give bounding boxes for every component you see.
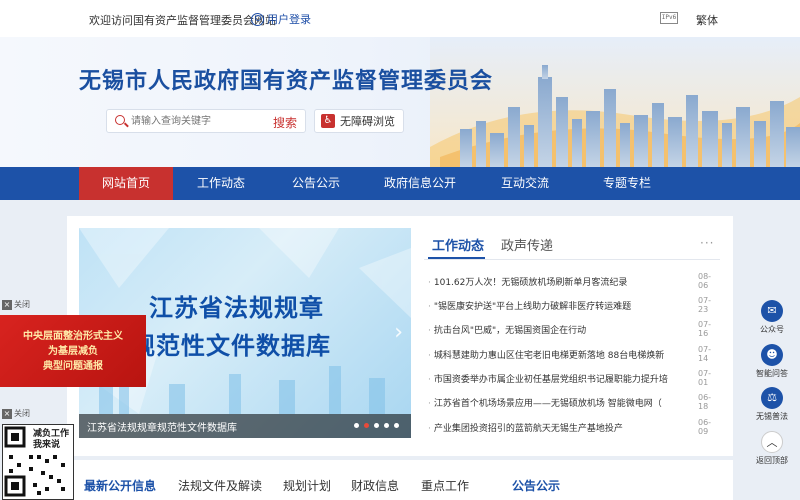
list-item: 市国资委举办市属企业初任基层党组织书记履职能力提升培 07-01 [428,369,718,390]
accessible-browse-button[interactable]: ♿ 无障碍浏览 [314,109,404,133]
tab-gov-voice[interactable]: 政声传递 [501,235,553,254]
law-button[interactable]: ⚖ 无锡普法 [753,387,791,422]
main-nav: 网站首页 工作动态 公告公示 政府信息公开 互动交流 专题专栏 [0,167,800,200]
tab-underline [428,257,485,259]
sidebar-label: 返回顶部 [756,456,788,465]
city-skyline-image [430,37,800,167]
close-ad-button[interactable]: × 关闭 [2,299,30,310]
list-item: 江苏省首个机场场景应用——无锡硕放机场 智能微电网（ 06-18 [428,393,718,414]
qr-caption: 减负工作 我来说 [33,429,70,450]
ad-line: 典型问题通报 [43,361,103,372]
slider-dot-active[interactable] [364,423,369,428]
close-icon: × [2,408,12,419]
close-label: 关闭 [14,409,30,418]
chevron-right-icon[interactable]: › [394,320,403,345]
news-title[interactable]: 101.62万人次！无锡硕放机场刷新单月客流纪录 [428,275,674,288]
slider-caption-bar: 江苏省法规规章规范性文件数据库 [79,414,411,438]
nav-item-topics[interactable]: 专题专栏 [574,167,680,200]
more-icon[interactable]: ··· [700,236,714,250]
smart-qa-button[interactable]: ☻ 智能问答 [753,344,791,379]
tab-divider [424,259,720,260]
search-input[interactable] [131,113,261,129]
news-title[interactable]: 产业集团投资招引的蓝箭航天无锡生产基地投产 [428,421,674,434]
login-link[interactable]: 用户登录 [251,11,311,27]
tab-plans[interactable]: 规划计划 [283,477,331,494]
top-bar: 欢迎访问国有资产监督管理委员会网站 用户登录 IPv6 繁体 [0,0,800,37]
news-date: 07-14 [698,345,712,363]
qr-code-image[interactable]: 减负工作 我来说 [2,424,74,500]
tab-finance[interactable]: 财政信息 [351,477,399,494]
sidebar-label: 智能问答 [756,369,788,378]
sidebar-label: 无锡普法 [756,412,788,421]
info-section [67,460,733,500]
close-icon: × [2,299,12,310]
float-ad-banner[interactable]: 中央层面整治形式主义 为基层减负 典型问题通报 [0,315,146,387]
close-label: 关闭 [14,300,30,309]
list-item: 101.62万人次！无锡硕放机场刷新单月客流纪录 08-06 [428,272,718,293]
ad-line: 为基层减负 [48,346,98,357]
nav-item-home[interactable]: 网站首页 [79,167,173,200]
nav-item-announcements[interactable]: 公告公示 [269,167,363,200]
tab-key-work[interactable]: 重点工作 [421,477,469,494]
sidebar-label: 公众号 [760,325,784,334]
slider-title-line1: 江苏省法规规章 [149,294,324,322]
news-title[interactable]: 江苏省首个机场场景应用——无锡硕放机场 智能微电网（ [428,396,674,409]
robot-icon: ☻ [761,344,783,366]
news-date: 06-09 [698,418,712,436]
news-date: 06-18 [698,393,712,411]
search-button[interactable]: 搜索 [273,114,297,131]
slider-caption: 江苏省法规规章规范性文件数据库 [87,423,237,434]
nav-item-work-news[interactable]: 工作动态 [174,167,268,200]
tab-regulations[interactable]: 法规文件及解读 [178,477,262,494]
nav-item-gov-info[interactable]: 政府信息公开 [364,167,476,200]
slider-title-line2: 规范性文件数据库 [131,332,331,360]
news-title[interactable]: 市国资委举办市属企业初任基层党组织书记履职能力提升培 [428,372,674,385]
wechat-button[interactable]: ✉ 公众号 [753,300,791,335]
tab-announcements[interactable]: 公告公示 [512,477,560,494]
news-title[interactable]: 城科慧建助力惠山区住宅老旧电梯更新落地 88台电梯焕新 [428,348,674,361]
slider-dot[interactable] [394,423,399,428]
news-date: 07-16 [698,320,712,338]
site-title: 无锡市人民政府国有资产监督管理委员会 [79,69,494,94]
tab-work-news[interactable]: 工作动态 [432,235,484,254]
ad-line: 中央层面整治形式主义 [23,331,123,342]
news-date: 08-06 [698,272,712,290]
close-qr-button[interactable]: × 关闭 [2,408,30,419]
list-item: 城科慧建助力惠山区住宅老旧电梯更新落地 88台电梯焕新 07-14 [428,345,718,366]
slider-dot[interactable] [374,423,379,428]
search-box: 搜索 [106,109,306,133]
news-date: 07-01 [698,369,712,387]
wheelchair-icon: ♿ [321,114,335,128]
news-date: 07-23 [698,296,712,314]
news-title[interactable]: 抗击台风"巴威"，无锡国资国企在行动 [428,323,674,336]
list-item: 抗击台风"巴威"，无锡国资国企在行动 07-16 [428,320,718,341]
traditional-chinese-link[interactable]: 繁体 [696,12,718,28]
welcome-text: 欢迎访问国有资产监督管理委员会网站 [89,14,276,27]
slider-dot[interactable] [354,423,359,428]
back-to-top-button[interactable]: ︿ 返回顶部 [753,431,791,466]
slider-dot[interactable] [384,423,389,428]
banner: 无锡市人民政府国有资产监督管理委员会 搜索 ♿ 无障碍浏览 [0,37,800,167]
search-icon [115,115,125,125]
law-icon: ⚖ [761,387,783,409]
login-label: 用户登录 [267,13,311,26]
chevron-up-icon: ︿ [761,431,783,453]
tab-latest-info[interactable]: 最新公开信息 [84,477,156,494]
wechat-icon: ✉ [761,300,783,322]
news-title[interactable]: "锡医康安护送"平台上线助力破解非医疗转运难题 [428,299,674,312]
accessible-label: 无障碍浏览 [340,115,395,128]
list-item: 产业集团投资招引的蓝箭航天无锡生产基地投产 06-09 [428,418,718,439]
user-icon [251,12,264,26]
list-item: "锡医康安护送"平台上线助力破解非医疗转运难题 07-23 [428,296,718,317]
ipv6-icon: IPv6 [660,12,678,24]
slider-dots [354,423,399,428]
nav-item-interaction[interactable]: 互动交流 [478,167,572,200]
